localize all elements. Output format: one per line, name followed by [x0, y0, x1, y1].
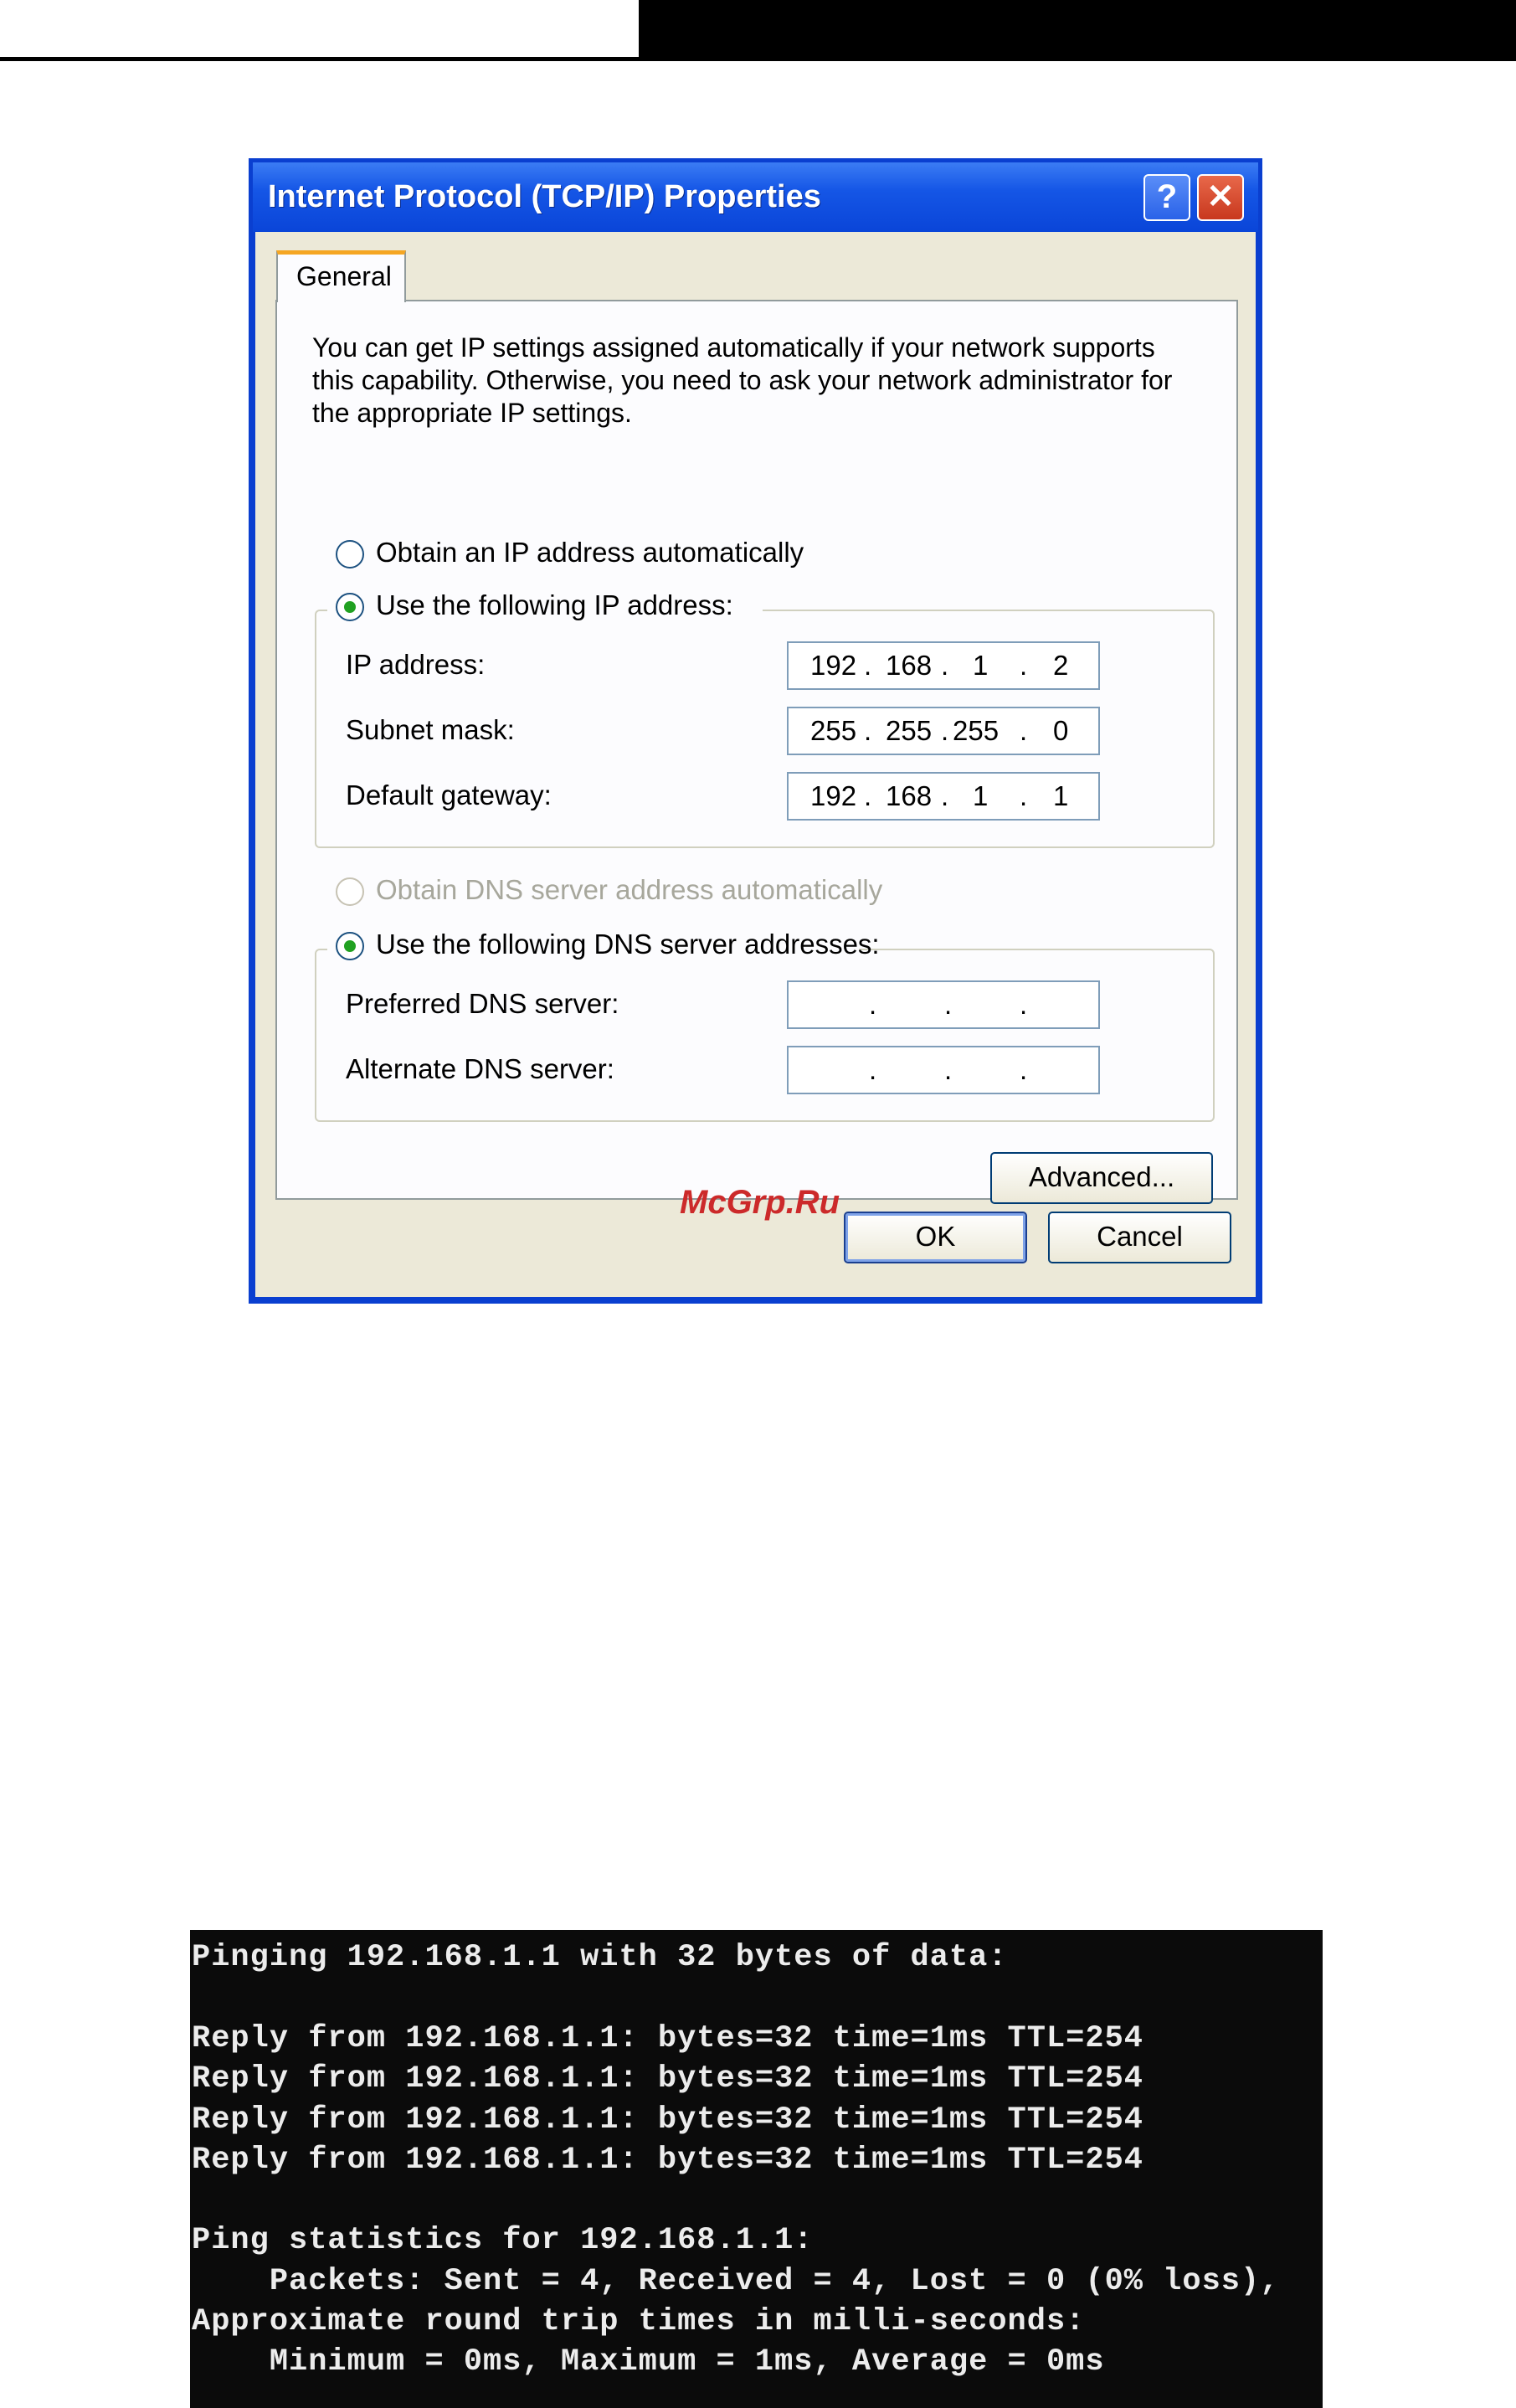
radio-selected-dot [344, 601, 356, 613]
console-line: Reply from 192.168.1.1: bytes=32 time=1m… [192, 2021, 1143, 2056]
help-icon: ? [1156, 178, 1178, 215]
console-line: Reply from 192.168.1.1: bytes=32 time=1m… [192, 2061, 1143, 2097]
console-line: Ping statistics for 192.168.1.1: [192, 2223, 814, 2258]
preferred-dns-label: Preferred DNS server: [346, 988, 619, 1019]
help-button[interactable]: ? [1143, 174, 1190, 221]
octet-4: 2 [1053, 650, 1069, 681]
dns-auto-radio[interactable] [336, 877, 364, 906]
title-bar[interactable]: Internet Protocol (TCP/IP) Properties ? … [253, 162, 1258, 232]
console-line: Approximate round trip times in milli-se… [192, 2304, 1086, 2339]
ip-address-label: IP address: [346, 649, 486, 680]
console-line: Minimum = 0ms, Maximum = 1ms, Average = … [192, 2344, 1105, 2380]
watermark: McGrp.Ru [680, 1184, 840, 1221]
alternate-dns-input[interactable]: . . . [787, 1046, 1100, 1094]
ip-auto-label[interactable]: Obtain an IP address automatically [376, 537, 804, 569]
ip-address-input[interactable]: 192 . 168 . 1 . 2 [787, 641, 1100, 690]
subnet-mask-input[interactable]: 255 . 255 . 255 . 0 [787, 707, 1100, 755]
subnet-mask-label: Subnet mask: [346, 714, 515, 745]
cancel-button[interactable]: Cancel [1048, 1212, 1231, 1263]
radio-selected-dot [344, 940, 356, 952]
octet-1: 192 [810, 650, 857, 681]
advanced-button[interactable]: Advanced... [990, 1152, 1213, 1204]
ip-manual-label[interactable]: Use the following IP address: [376, 589, 733, 621]
octet-2: 255 [886, 715, 933, 746]
dns-manual-label[interactable]: Use the following DNS server addresses: [376, 929, 880, 960]
ping-console-output: Pinging 192.168.1.1 with 32 bytes of dat… [190, 1930, 1323, 2408]
dialog-title: Internet Protocol (TCP/IP) Properties [268, 179, 821, 214]
octet-3: 255 [953, 715, 1000, 746]
page-header-rule [0, 57, 640, 61]
octet-1: 192 [810, 780, 857, 811]
octet-4: 0 [1053, 715, 1069, 746]
octet-3: 1 [973, 780, 989, 811]
octet-3: 1 [973, 650, 989, 681]
page-header-bar [639, 0, 1516, 61]
console-line: Packets: Sent = 4, Received = 4, Lost = … [192, 2264, 1280, 2299]
octet-1: 255 [810, 715, 857, 746]
default-gateway-input[interactable]: 192 . 168 . 1 . 1 [787, 772, 1100, 821]
alternate-dns-label: Alternate DNS server: [346, 1053, 614, 1084]
tab-general[interactable]: General [276, 250, 406, 302]
default-gateway-label: Default gateway: [346, 780, 552, 810]
octet-2: 168 [886, 780, 933, 811]
dns-server-group [315, 949, 1215, 1122]
ip-manual-radio[interactable] [336, 593, 364, 621]
console-line: Reply from 192.168.1.1: bytes=32 time=1m… [192, 2102, 1143, 2138]
preferred-dns-input[interactable]: . . . [787, 980, 1100, 1029]
close-button[interactable]: ✕ [1197, 174, 1244, 221]
octet-2: 168 [886, 650, 933, 681]
close-icon: ✕ [1206, 178, 1235, 215]
console-line: Pinging 192.168.1.1 with 32 bytes of dat… [192, 1940, 1008, 1975]
ok-button[interactable]: OK [844, 1212, 1027, 1263]
tcpip-properties-dialog: Internet Protocol (TCP/IP) Properties ? … [249, 158, 1262, 1304]
dns-manual-radio[interactable] [336, 932, 364, 960]
ip-auto-radio[interactable] [336, 540, 364, 569]
general-panel: You can get IP settings assigned automat… [275, 300, 1238, 1204]
octet-4: 1 [1053, 780, 1069, 811]
intro-text: You can get IP settings assigned automat… [312, 332, 1173, 428]
dialog-client-area: You can get IP settings assigned automat… [255, 232, 1256, 1297]
console-line: Reply from 192.168.1.1: bytes=32 time=1m… [192, 2143, 1143, 2178]
dns-auto-label[interactable]: Obtain DNS server address automatically [376, 874, 882, 906]
